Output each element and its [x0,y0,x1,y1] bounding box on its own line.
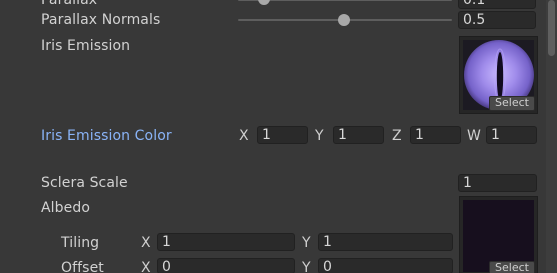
iris-color-y-field[interactable]: 1 [333,126,384,144]
parallax-normals-label: Parallax Normals [41,12,161,28]
tiling-x-label: X [141,235,151,251]
parallax-normals-value-field[interactable]: 0.5 [458,11,536,29]
iris-emission-select-button[interactable]: Select [489,96,535,111]
iris-color-x-label: X [239,128,249,144]
inspector-scrollbar[interactable] [546,0,557,273]
iris-color-x-field[interactable]: 1 [257,126,308,144]
offset-y-label: Y [302,260,311,273]
iris-color-z-label: Z [392,128,402,144]
offset-x-field[interactable]: 0 [157,258,295,273]
offset-y-field[interactable]: 0 [318,258,453,273]
inspector-scrollbar-thumb[interactable] [548,0,555,56]
parallax-label: Parallax [41,0,98,8]
parallax-slider-track[interactable] [238,0,452,1]
albedo-texture-slot[interactable]: Select [459,196,538,273]
parallax-normals-slider-thumb[interactable] [338,14,350,26]
tiling-y-label: Y [302,235,311,251]
offset-x-label: X [141,260,151,273]
tiling-label: Tiling [61,235,100,251]
iris-color-w-field[interactable]: 1 [486,126,537,144]
albedo-label: Albedo [41,200,91,216]
iris-color-w-label: W [467,128,481,144]
tiling-x-field[interactable]: 1 [157,233,295,251]
offset-label: Offset [61,260,104,273]
iris-emission-texture-slot[interactable]: Select [459,36,538,114]
material-inspector-panel: Parallax 0.1 Parallax Normals 0.5 Iris E… [0,0,557,273]
sclera-scale-label: Sclera Scale [41,175,128,191]
albedo-select-button[interactable]: Select [489,261,535,273]
iris-color-y-label: Y [315,128,324,144]
iris-emission-color-label: Iris Emission Color [41,128,172,144]
tiling-y-field[interactable]: 1 [318,233,453,251]
parallax-slider-thumb[interactable] [258,0,270,5]
iris-emission-label: Iris Emission [41,38,131,54]
sclera-scale-value-field[interactable]: 1 [458,174,537,192]
iris-color-z-field[interactable]: 1 [410,126,461,144]
parallax-value-field[interactable]: 0.1 [458,0,536,9]
